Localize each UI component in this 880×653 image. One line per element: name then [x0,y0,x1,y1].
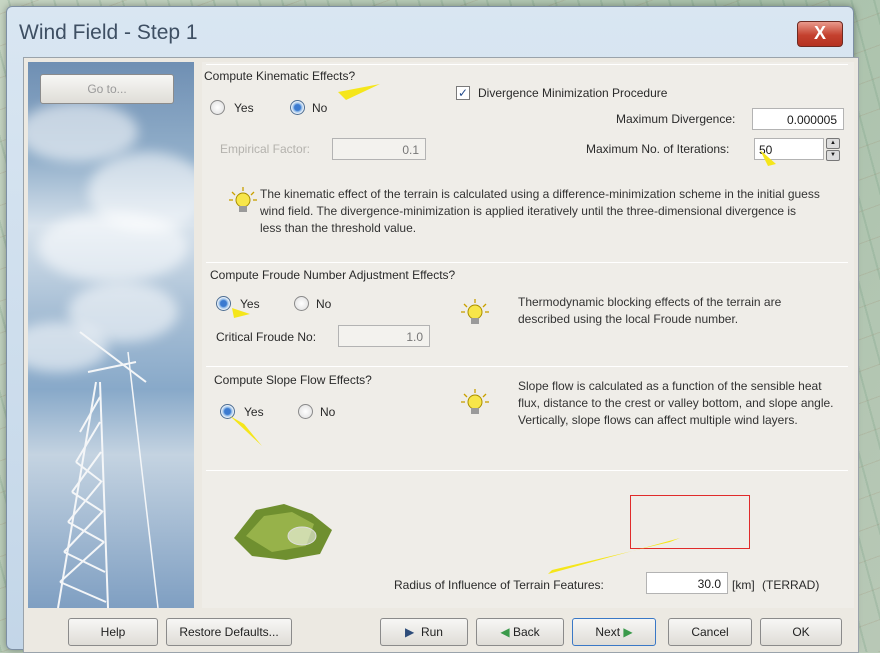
critical-froude-label: Critical Froude No: [216,330,317,344]
back-arrow-icon: ◀ [500,625,510,639]
slope-info-text: Slope flow is calculated as a function o… [518,379,834,427]
close-button[interactable]: X [797,21,843,47]
kinematic-group-label: Compute Kinematic Effects? [204,69,356,83]
slope-yes-radio[interactable] [220,404,235,419]
max-divergence-label: Maximum Divergence: [616,112,736,126]
radius-param: (TERRAD) [762,578,820,592]
wind-tower-image: Go to... [28,62,194,608]
kinematic-yes-label: Yes [234,101,254,115]
froude-group-label: Compute Froude Number Adjustment Effects… [210,268,456,282]
slope-group-label: Compute Slope Flow Effects? [214,373,372,387]
run-play-icon: ▶ [405,625,415,639]
ok-button[interactable]: OK [760,618,842,646]
restore-defaults-button[interactable]: Restore Defaults... [166,618,292,646]
critical-froude-input[interactable]: 1.0 [338,325,430,347]
settings-panel: Compute Kinematic Effects? Yes No Empiri… [202,62,854,608]
spin-down-icon[interactable]: ▼ [826,150,840,161]
radius-label: Radius of Influence of Terrain Features: [394,578,604,592]
cancel-button[interactable]: Cancel [668,618,752,646]
max-divergence-input[interactable]: 0.000005 [752,108,844,130]
radius-unit: [km] [732,578,755,592]
run-button[interactable]: ▶ Run [380,618,468,646]
lightbulb-icon [461,389,489,414]
close-icon: X [813,23,826,43]
max-iterations-label: Maximum No. of Iterations: [586,142,730,156]
froude-yes-label: Yes [240,297,260,311]
tower-icon [57,331,159,608]
slope-no-radio[interactable] [298,404,313,419]
kinematic-info-text: The kinematic effect of the terrain is c… [260,187,820,235]
slope-yes-label: Yes [244,405,264,419]
spin-up-icon[interactable]: ▲ [826,138,840,149]
divergence-checkbox-label: Divergence Minimization Procedure [478,86,668,100]
next-label: Next [595,625,621,639]
froude-yes-radio[interactable] [216,296,231,311]
dialog-client-area: Go to... Compute Kinematic Effects? Yes … [23,57,859,653]
lightbulb-icon [461,299,489,324]
kinematic-no-radio[interactable] [290,100,305,115]
next-button[interactable]: Next ▶ [572,618,656,646]
next-arrow-icon: ▶ [623,625,633,639]
wind-field-dialog: Wind Field - Step 1 X Go to... Compute K… [6,6,859,653]
radius-input[interactable]: 30.0 [646,572,728,594]
terrain-icon [234,504,332,560]
kinematic-yes-radio[interactable] [210,100,225,115]
max-iterations-input[interactable]: 50 [754,138,824,160]
slope-no-label: No [320,405,336,419]
iterations-spinner[interactable]: ▲ ▼ [826,138,840,161]
divergence-checkbox[interactable]: ✓ [456,86,470,100]
button-bar: Help Restore Defaults... ▶ Run ◀ Back Ne… [24,612,858,652]
lightbulb-icon [229,187,257,212]
froude-no-label: No [316,297,332,311]
highlight-box [630,495,750,549]
froude-info-text: Thermodynamic blocking effects of the te… [518,295,782,326]
back-button[interactable]: ◀ Back [476,618,564,646]
window-title: Wind Field - Step 1 [19,21,198,44]
empirical-factor-label: Empirical Factor: [220,142,311,156]
empirical-factor-input[interactable]: 0.1 [332,138,426,160]
froude-no-radio[interactable] [294,296,309,311]
back-label: Back [512,625,540,639]
help-button[interactable]: Help [68,618,158,646]
goto-button[interactable]: Go to... [40,74,174,104]
run-label: Run [420,625,443,639]
title-bar[interactable]: Wind Field - Step 1 X [7,7,853,55]
kinematic-no-label: No [312,101,328,115]
